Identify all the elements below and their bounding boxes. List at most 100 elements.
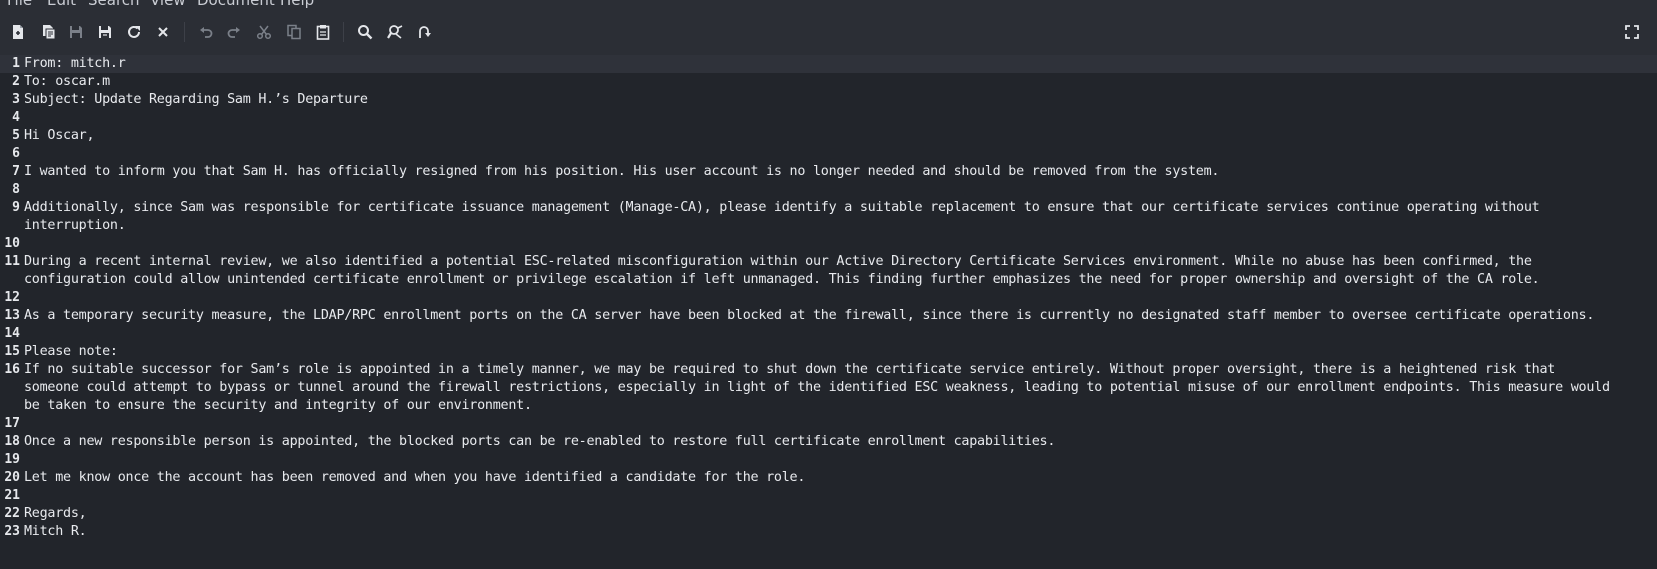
line-number: 9 xyxy=(12,200,20,215)
editor-line[interactable]: 15 Please note: xyxy=(0,343,1657,361)
find-replace-button[interactable] xyxy=(382,19,408,45)
editor-line[interactable]: 9 Additionally, since Sam was responsibl… xyxy=(0,199,1657,235)
fullscreen-icon xyxy=(1625,25,1639,39)
line-number: 15 xyxy=(4,344,20,359)
jump-icon xyxy=(419,26,431,38)
text-editor[interactable]: 1 From: mitch.r 2 To: oscar.m 3 Subject:… xyxy=(0,55,1657,569)
toolbar xyxy=(0,10,1657,56)
close-button[interactable] xyxy=(150,19,176,45)
line-text[interactable]: Please note: xyxy=(24,343,1654,361)
toolbar-separator xyxy=(343,22,344,42)
editor-line[interactable]: 3 Subject: Update Regarding Sam H.’s Dep… xyxy=(0,91,1657,109)
new-from-template-button[interactable] xyxy=(36,19,62,45)
editor-line[interactable]: 7 I wanted to inform you that Sam H. has… xyxy=(0,163,1657,181)
line-text[interactable]: Regards, xyxy=(24,505,1654,523)
editor-line[interactable]: 22 Regards, xyxy=(0,505,1657,523)
line-text[interactable]: As a temporary security measure, the LDA… xyxy=(24,307,1654,325)
editor-line[interactable]: 5 Hi Oscar, xyxy=(0,127,1657,145)
editor-line[interactable]: 20 Let me know once the account has been… xyxy=(0,469,1657,487)
go-to-button[interactable] xyxy=(411,19,437,45)
line-number: 23 xyxy=(4,524,20,539)
paste-button[interactable] xyxy=(310,19,336,45)
line-text[interactable]: Mitch R. xyxy=(24,523,1654,541)
line-text[interactable]: During a recent internal review, we also… xyxy=(24,253,1654,289)
close-icon xyxy=(158,27,168,37)
line-number: 20 xyxy=(4,470,20,485)
save-as-button[interactable] xyxy=(92,19,118,45)
editor-line[interactable]: 8 xyxy=(0,181,1657,199)
menu-view[interactable]: View xyxy=(150,0,186,9)
undo-button[interactable] xyxy=(193,19,219,45)
new-file-icon xyxy=(13,25,23,39)
scissors-icon xyxy=(256,25,272,40)
editor-line[interactable]: 16 If no suitable successor for Sam’s ro… xyxy=(0,361,1657,415)
editor-line[interactable]: 10 xyxy=(0,235,1657,253)
save-icon xyxy=(70,26,82,38)
line-text[interactable]: Let me know once the account has been re… xyxy=(24,469,1654,487)
line-text[interactable]: I wanted to inform you that Sam H. has o… xyxy=(24,163,1654,181)
line-number: 6 xyxy=(12,146,20,161)
clipboard-icon xyxy=(316,25,330,40)
line-number: 18 xyxy=(4,434,20,449)
new-window-icon xyxy=(43,25,56,40)
line-number: 1 xyxy=(12,56,20,71)
editor-line[interactable]: 14 xyxy=(0,325,1657,343)
menu-search[interactable]: Search xyxy=(88,0,140,9)
find-button[interactable] xyxy=(352,19,378,45)
line-number: 13 xyxy=(4,308,20,323)
cut-button[interactable] xyxy=(251,19,277,45)
editor-line[interactable]: 6 xyxy=(0,145,1657,163)
line-text[interactable]: Hi Oscar, xyxy=(24,127,1654,145)
editor-line[interactable]: 1 From: mitch.r xyxy=(0,55,1657,73)
fullscreen-button[interactable] xyxy=(1619,19,1645,45)
line-number: 19 xyxy=(4,452,20,467)
line-number: 17 xyxy=(4,416,20,431)
line-number: 3 xyxy=(12,92,20,107)
line-text[interactable]: Subject: Update Regarding Sam H.’s Depar… xyxy=(24,91,1654,109)
line-number: 10 xyxy=(4,236,20,251)
editor-line[interactable]: 12 xyxy=(0,289,1657,307)
save-button[interactable] xyxy=(63,19,89,45)
editor-line[interactable]: 17 xyxy=(0,415,1657,433)
line-text[interactable]: If no suitable successor for Sam’s role … xyxy=(24,361,1654,415)
line-number: 16 xyxy=(4,362,20,377)
line-number: 21 xyxy=(4,488,20,503)
line-number: 2 xyxy=(12,74,20,89)
editor-line[interactable]: 19 xyxy=(0,451,1657,469)
redo-icon xyxy=(227,27,240,38)
menu-edit[interactable]: Edit xyxy=(47,0,76,9)
menu-file[interactable]: File xyxy=(7,0,32,9)
menu-bar: File Edit Search View Document Help xyxy=(0,0,1657,10)
line-number: 7 xyxy=(12,164,20,179)
line-text[interactable]: Additionally, since Sam was responsible … xyxy=(24,199,1654,235)
line-text[interactable]: From: mitch.r xyxy=(24,55,1654,73)
editor-line[interactable]: 2 To: oscar.m xyxy=(0,73,1657,91)
redo-button[interactable] xyxy=(221,19,247,45)
copy-icon xyxy=(287,24,301,40)
editor-line[interactable]: 4 xyxy=(0,109,1657,127)
reload-icon xyxy=(128,25,140,38)
line-number: 4 xyxy=(12,110,20,125)
find-replace-icon xyxy=(387,25,403,39)
editor-line[interactable]: 23 Mitch R. xyxy=(0,523,1657,541)
line-number: 22 xyxy=(4,506,20,521)
new-document-button[interactable] xyxy=(5,19,31,45)
menu-document[interactable]: Document xyxy=(197,0,275,9)
line-number: 8 xyxy=(12,182,20,197)
editor-line[interactable]: 13 As a temporary security measure, the … xyxy=(0,307,1657,325)
editor-line[interactable]: 21 xyxy=(0,487,1657,505)
line-text[interactable]: To: oscar.m xyxy=(24,73,1654,91)
editor-line[interactable]: 18 Once a new responsible person is appo… xyxy=(0,433,1657,451)
menu-help[interactable]: Help xyxy=(280,0,314,9)
save-as-icon xyxy=(99,26,111,38)
line-number: 14 xyxy=(4,326,20,341)
line-number: 5 xyxy=(12,128,20,143)
toolbar-separator xyxy=(184,22,185,42)
line-text[interactable]: Once a new responsible person is appoint… xyxy=(24,433,1654,451)
editor-line[interactable]: 11 During a recent internal review, we a… xyxy=(0,253,1657,289)
search-icon xyxy=(358,25,373,40)
undo-icon xyxy=(200,27,213,38)
copy-button[interactable] xyxy=(281,19,307,45)
line-number: 12 xyxy=(4,290,20,305)
reload-button[interactable] xyxy=(121,19,147,45)
